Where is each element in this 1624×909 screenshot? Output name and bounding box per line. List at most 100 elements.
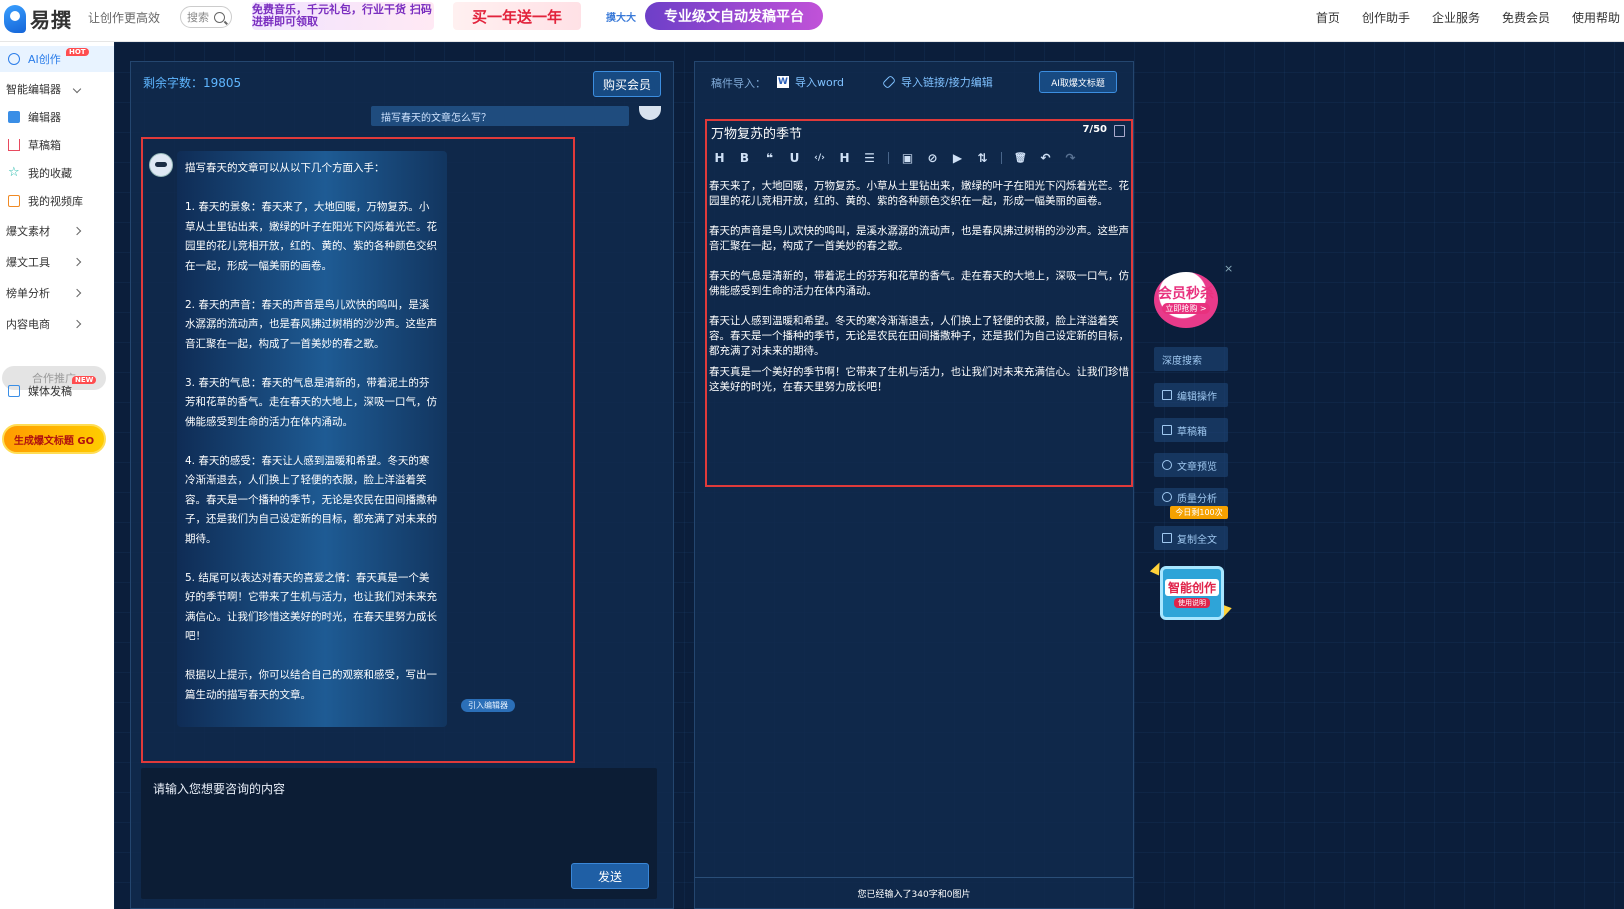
sidebar-group-tools[interactable]: 爆文工具 — [6, 250, 110, 274]
close-icon[interactable]: × — [1224, 262, 1233, 275]
chevron-right-icon — [72, 257, 82, 267]
answer-paragraph: 4. 春天的感受：春天让人感到温暖和希望。冬天的寒冷渐渐退去，人们换上了轻便的衣… — [185, 454, 437, 545]
nav-help[interactable]: 使用帮助 — [1572, 9, 1620, 26]
quality-analysis-button[interactable]: 质量分析 — [1154, 488, 1228, 506]
deep-search-button[interactable]: 深度搜索 — [1154, 347, 1228, 371]
search-icon[interactable] — [214, 11, 225, 23]
import-word-button[interactable]: W 导入word — [777, 74, 844, 90]
sidebar-item-media-publish[interactable]: 媒体发稿 NEW — [0, 376, 114, 404]
copy-icon[interactable] — [1114, 125, 1125, 137]
daily-quota-badge: 今日剩100次 — [1170, 506, 1228, 519]
sidebar-group-label: 爆文工具 — [6, 256, 50, 269]
answer-paragraph: 2. 春天的声音：春天的声音是鸟儿欢快的鸣叫，是溪水潺潺的流动声，也是春风拂过树… — [185, 298, 437, 350]
nav-free-member[interactable]: 免费会员 — [1502, 9, 1550, 26]
answer-paragraph: 1. 春天的景象：春天来了，大地回暖，万物复苏。小草从土里钻出来，嫩绿的叶子在阳… — [185, 201, 437, 272]
doc-paragraph: 春天真是一个美好的季节啊！它带来了生机与活力，也让我们对未来充满信心。让我们珍惜… — [709, 366, 1129, 393]
underline-icon[interactable]: U — [782, 151, 807, 165]
toolbar-divider — [888, 152, 889, 164]
sidebar-item-drafts[interactable]: 草稿箱 — [0, 132, 114, 158]
banner-publish-platform[interactable]: 专业级文自动发稿平台 — [645, 2, 823, 30]
sidebar-group-ecommerce[interactable]: 内容电商 — [6, 312, 110, 336]
smart-create-card[interactable]: 智能创作 使用说明 — [1160, 566, 1224, 620]
banner-promo[interactable]: 买一年送一年 — [453, 2, 581, 30]
insert-to-editor-button[interactable]: 引入编辑器 — [461, 699, 515, 712]
sidebar-item-ai-create[interactable]: AI创作 HOT — [0, 46, 114, 72]
editor-panel: 稿件导入： W 导入word 导入链接/接力编辑 AI取爆文标题 万物复苏的季节… — [694, 61, 1134, 909]
sidebar-group-rankings[interactable]: 榜单分析 — [6, 281, 110, 305]
quality-analysis-label: 质量分析 — [1177, 493, 1217, 505]
answer-paragraph: 根据以上提示，你可以结合自己的观察和感受，写出一篇生动的描写春天的文章。 — [185, 669, 437, 701]
delete-icon[interactable]: 🗑 — [1008, 153, 1033, 164]
ai-title-button[interactable]: AI取爆文标题 — [1039, 71, 1117, 93]
sidebar-group-label: 内容电商 — [6, 318, 50, 331]
link-icon — [881, 74, 897, 90]
undo-icon[interactable]: ↶ — [1033, 151, 1058, 165]
vip-title: 会员秒杀 — [1158, 286, 1214, 302]
import-link-label: 导入链接/接力编辑 — [901, 76, 993, 89]
image-icon[interactable]: ▣ — [895, 151, 920, 165]
doc-paragraph: 春天的声音是鸟儿欢快的鸣叫，是溪水潺潺的流动声，也是春风拂过树梢的沙沙声。这些声… — [709, 225, 1129, 252]
sidebar-item-label: 我的收藏 — [28, 167, 72, 180]
chat-answer-area[interactable]: 描写春天的文章可以从以下几个方面入手： 1. 春天的景象：春天来了，大地回暖，万… — [141, 137, 575, 763]
redo-icon[interactable]: ↷ — [1058, 151, 1083, 165]
answer-paragraph: 描写春天的文章可以从以下几个方面入手： — [185, 162, 385, 174]
buy-member-button[interactable]: 购买会员 — [593, 71, 661, 97]
sidebar-group-label: 榜单分析 — [6, 287, 50, 300]
doc-title-input[interactable]: 万物复苏的季节 — [711, 123, 802, 142]
editor-status: 您已经输入了340字和0图片 — [695, 877, 1133, 908]
top-nav: 首页 创作助手 企业服务 免费会员 使用帮助 — [1316, 0, 1624, 34]
title-char-count: 7/50 — [1082, 124, 1107, 135]
grid-icon — [8, 111, 20, 123]
sidebar-item-label: 编辑器 — [28, 111, 61, 124]
quote-icon[interactable]: ❝ — [757, 151, 782, 165]
video-icon[interactable]: ▶ — [945, 151, 970, 165]
chevron-right-icon — [72, 288, 82, 298]
logo[interactable]: 易撰 — [4, 4, 72, 33]
preview-button[interactable]: 文章预览 — [1154, 453, 1228, 477]
logo-text: 易撰 — [30, 8, 72, 32]
import-link-button[interactable]: 导入链接/接力编辑 — [881, 74, 993, 90]
sidebar: AI创作 HOT 智能编辑器 编辑器 草稿箱 ☆ 我的收藏 我的视频库 爆文素材… — [0, 42, 114, 909]
heading-icon[interactable]: H — [707, 151, 732, 165]
drafts-label: 草稿箱 — [1177, 426, 1207, 438]
sidebar-item-editor[interactable]: 编辑器 — [0, 104, 114, 130]
sidebar-group-smart-editor[interactable]: 智能编辑器 — [6, 77, 110, 101]
list-icon[interactable]: ☰ — [857, 151, 882, 165]
smart-create-title: 智能创作 — [1164, 578, 1219, 596]
bold-icon[interactable]: B — [732, 151, 757, 165]
chat-input[interactable]: 请输入您想要咨询的内容 发送 — [141, 768, 657, 899]
answer-paragraph: 5. 结尾可以表达对春天的喜爱之情：春天真是一个美好的季节啊！它带来了生机与活力… — [185, 571, 437, 643]
send-button[interactable]: 发送 — [571, 863, 649, 889]
format-icon[interactable]: ⇅ — [970, 151, 995, 165]
promo-generate-title[interactable]: 生成爆文标题 GO — [2, 424, 106, 454]
trash-icon — [1162, 425, 1172, 435]
star-icon: ☆ — [8, 165, 20, 180]
code-icon[interactable]: ‹/› — [807, 153, 832, 163]
edit-icon — [1162, 390, 1172, 400]
doc-body[interactable]: 春天来了，大地回暖，万物复苏。小草从土里钻出来，嫩绿的叶子在阳光下闪烁着光芒。花… — [709, 179, 1129, 410]
sidebar-item-video-library[interactable]: 我的视频库 — [0, 188, 114, 214]
banner-mascot[interactable]: 摸大大 — [606, 2, 636, 30]
sidebar-item-favorites[interactable]: ☆ 我的收藏 — [0, 160, 114, 186]
copy-all-button[interactable]: 复制全文 — [1154, 526, 1228, 550]
edit-operation-button[interactable]: 编辑操作 — [1154, 383, 1228, 407]
copy-all-label: 复制全文 — [1177, 534, 1217, 546]
chevron-right-icon — [72, 319, 82, 329]
drafts-button[interactable]: 草稿箱 — [1154, 418, 1228, 442]
user-avatar — [639, 106, 661, 120]
search-input[interactable]: 搜索 — [180, 6, 232, 28]
nav-enterprise[interactable]: 企业服务 — [1432, 9, 1480, 26]
new-badge: NEW — [72, 376, 97, 384]
user-question-bubble: 描写春天的文章怎么写？ — [371, 106, 629, 126]
nav-assistant[interactable]: 创作助手 — [1362, 9, 1410, 26]
chevron-down-icon — [72, 84, 82, 94]
editor-content-box[interactable]: 万物复苏的季节 7/50 H B ❝ U ‹/› H ☰ ▣ ⊘ ▶ ⇅ 🗑 ↶… — [705, 119, 1133, 487]
import-label: 稿件导入： — [711, 77, 766, 90]
heading2-icon[interactable]: H — [832, 151, 857, 165]
vip-flash-sale-badge[interactable]: 会员秒杀 立即抢购 > — [1154, 272, 1218, 328]
sidebar-group-materials[interactable]: 爆文素材 — [6, 219, 110, 243]
banner-gift[interactable]: 免费音乐，千元礼包，行业干货 扫码进群即可领取 — [252, 2, 434, 30]
word-icon: W — [777, 76, 789, 88]
nav-home[interactable]: 首页 — [1316, 9, 1340, 26]
link-icon[interactable]: ⊘ — [920, 151, 945, 165]
